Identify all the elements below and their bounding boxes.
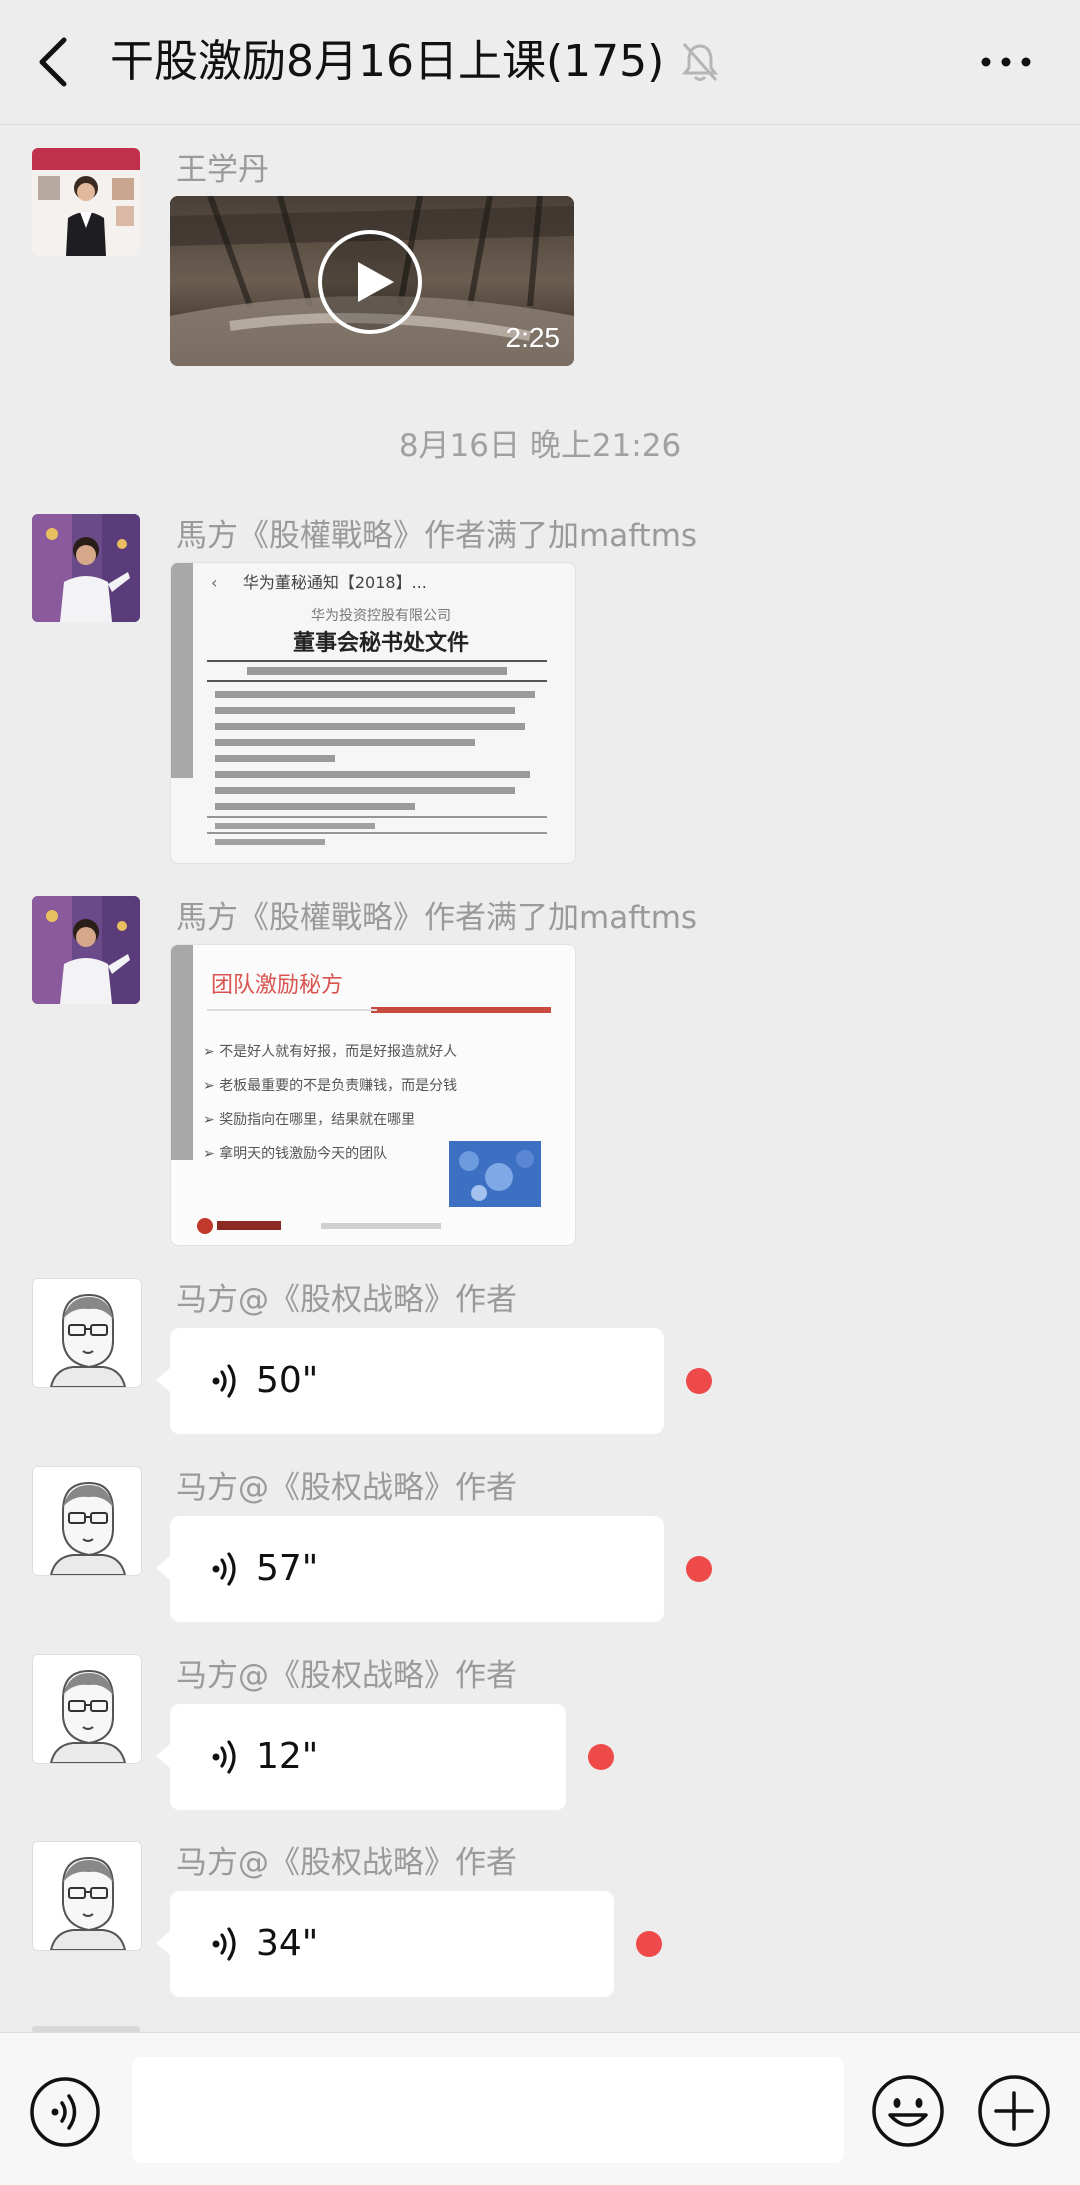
voice-bubble[interactable]: 12" (156, 1704, 566, 1810)
slide-bullet: ➢ 不是好人就有好报，而是好报造就好人 (203, 1044, 458, 1060)
slide-title: 团队激励秘方 (211, 973, 344, 998)
slide-image[interactable]: 团队激励秘方 ➢ 不是好人就有好报，而是好报造就好人 ➢ 老板最重要的不是负责赚… (170, 944, 576, 1246)
unread-dot (588, 1744, 614, 1770)
emoji-icon[interactable] (870, 2073, 946, 2149)
avatar[interactable] (32, 896, 140, 1004)
unread-dot (686, 1556, 712, 1582)
doc-body-text (207, 660, 547, 845)
message-voice: 马方@《股权战略》作者 34" (0, 1841, 1080, 2001)
voice-duration: 57" (256, 1548, 319, 1589)
voice-bubble[interactable]: 57" (156, 1516, 664, 1622)
slide-bullet: ➢ 奖励指向在哪里，结果就在哪里 (203, 1112, 416, 1128)
chat-title: 干股激励8月16日上课(175) (110, 36, 665, 87)
avatar[interactable] (32, 1278, 142, 1388)
chevron-left-icon[interactable] (34, 34, 74, 90)
sender-name: 马方@《股权战略》作者 (176, 1282, 517, 1318)
slide-picture (449, 1141, 541, 1207)
message-image: 馬方《股權戰略》作者满了加maftms ‹ 华为董秘通知【2018】... 华为… (0, 514, 1080, 874)
message-image: 馬方《股權戰略》作者满了加maftms 团队激励秘方 ➢ 不是好人就有好报，而是… (0, 896, 1080, 1256)
slide-bullets: ➢ 不是好人就有好报，而是好报造就好人 ➢ 老板最重要的不是负责赚钱，而是分钱 … (203, 1035, 457, 1171)
voice-duration: 34" (256, 1923, 319, 1964)
sender-name: 马方@《股权战略》作者 (176, 1658, 517, 1694)
avatar[interactable] (32, 1466, 142, 1576)
avatar[interactable] (32, 1841, 142, 1951)
sender-name: 马方@《股权战略》作者 (176, 1845, 517, 1881)
voice-wave-icon (212, 1927, 236, 1961)
message-voice: 马方@《股权战略》作者 57" (0, 1466, 1080, 1626)
voice-wave-icon (212, 1364, 236, 1398)
doc-heading: 董事会秘书处文件 (292, 631, 469, 656)
voice-bubble[interactable]: 34" (156, 1891, 614, 1997)
ellipsis-icon[interactable] (976, 40, 1036, 84)
input-bar (0, 2032, 1080, 2185)
message-timestamp: 8月16日 晚上21:26 (398, 428, 682, 464)
unread-dot (686, 1368, 712, 1394)
avatar[interactable] (32, 148, 140, 256)
doc-org: 华为投资控股有限公司 (311, 608, 451, 624)
avatar[interactable] (32, 514, 140, 622)
voice-duration: 50" (256, 1360, 319, 1401)
unread-dot (636, 1931, 662, 1957)
video-duration: 2:25 (505, 322, 561, 353)
avatar[interactable] (32, 1654, 142, 1764)
play-icon[interactable] (316, 228, 424, 336)
voice-duration: 12" (256, 1736, 319, 1777)
message-input[interactable] (132, 2057, 844, 2163)
sender-name: 王学丹 (176, 152, 269, 188)
sender-name: 马方@《股权战略》作者 (176, 1470, 517, 1506)
voice-mode-icon[interactable] (28, 2075, 102, 2149)
doc-top-title: 华为董秘通知【2018】... (242, 573, 427, 592)
slide-logo (197, 1218, 281, 1234)
voice-wave-icon (212, 1740, 236, 1774)
bell-off-icon (681, 43, 719, 81)
sender-name: 馬方《股權戰略》作者满了加maftms (176, 900, 698, 936)
voice-bubble[interactable]: 50" (156, 1328, 664, 1434)
voice-wave-icon (212, 1552, 236, 1586)
sender-name: 馬方《股權戰略》作者满了加maftms (176, 518, 698, 554)
slide-bullet: ➢ 老板最重要的不是负责赚钱，而是分钱 (203, 1078, 458, 1094)
slide-bullet: ➢ 拿明天的钱激励今天的团队 (203, 1146, 388, 1162)
chat-header: 干股激励8月16日上课(175) (0, 0, 1080, 125)
plus-circle-icon[interactable] (976, 2073, 1052, 2149)
message-voice: 马方@《股权战略》作者 12" (0, 1654, 1080, 1814)
message-video: 王学丹 2:25 (0, 148, 1080, 368)
video-thumbnail[interactable]: 2:25 (170, 196, 574, 366)
message-voice: 马方@《股权战略》作者 50" (0, 1278, 1080, 1438)
document-image[interactable]: ‹ 华为董秘通知【2018】... 华为投资控股有限公司 董事会秘书处文件 (170, 562, 576, 864)
